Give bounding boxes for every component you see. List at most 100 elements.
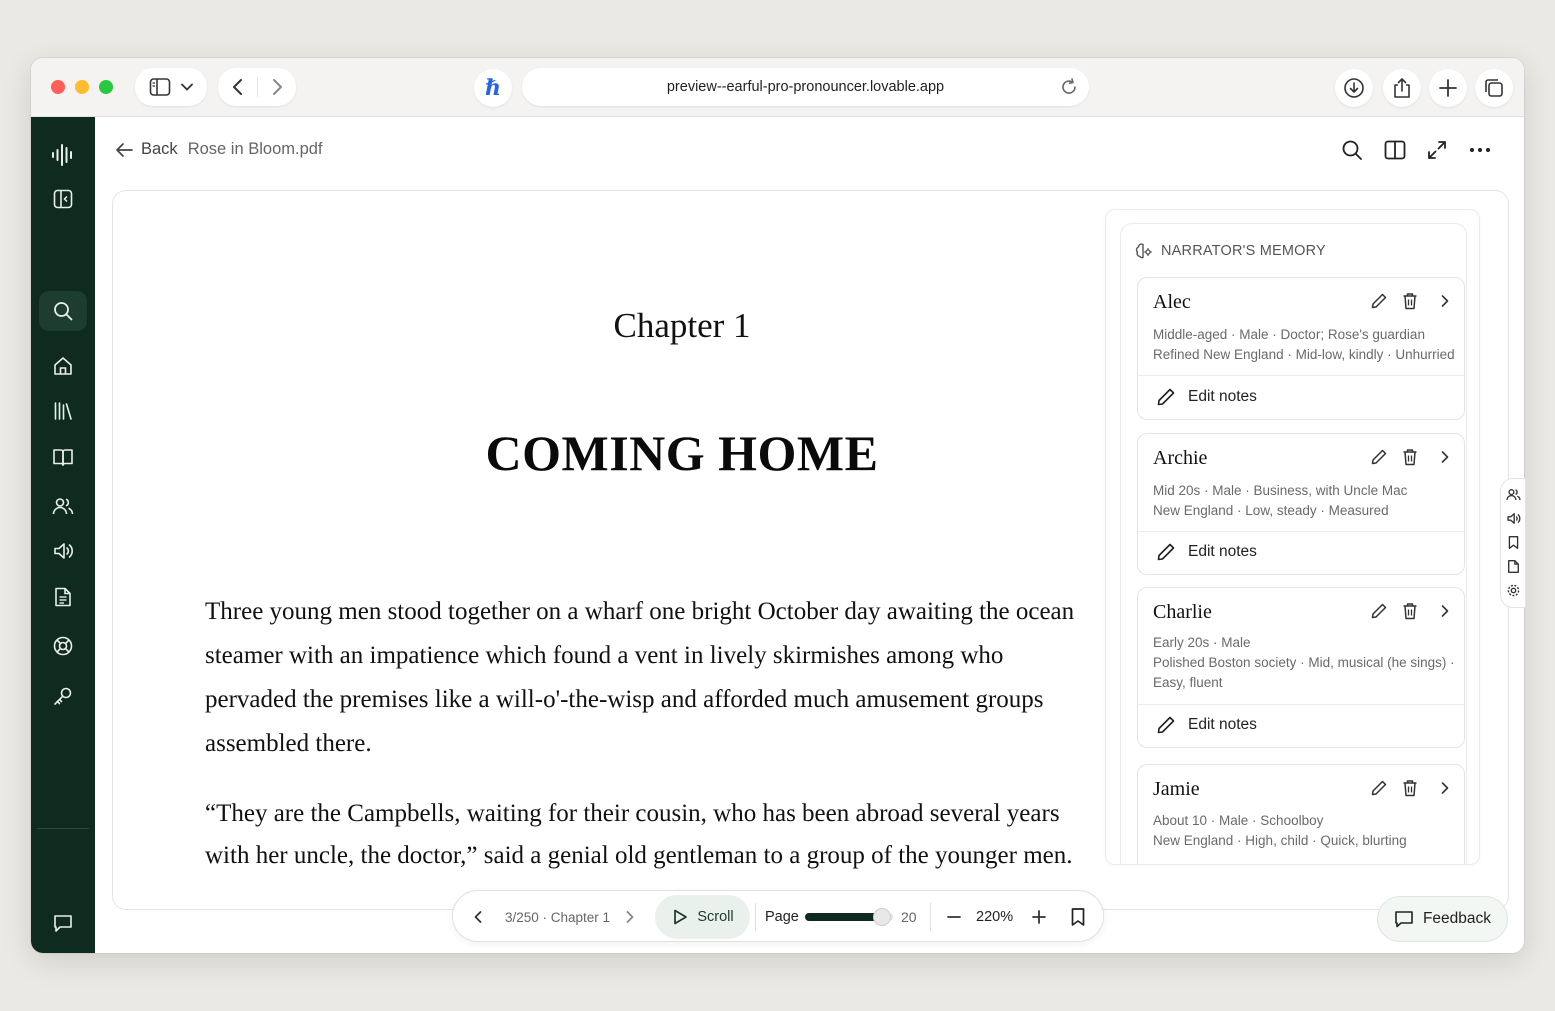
edit-character-button[interactable]: [1370, 602, 1388, 620]
chevron-left-icon: [473, 910, 483, 924]
reading-toolbar: 3/250 · Chapter 1 Scroll Page 20 220%: [452, 890, 1104, 942]
sidebar-item-library[interactable]: [47, 395, 79, 427]
rail-characters-button[interactable]: [1506, 487, 1521, 502]
narrator-memory-heading: NARRATOR'S MEMORY: [1135, 242, 1326, 260]
extension-button[interactable]: ℏ: [474, 69, 512, 107]
open-character-button[interactable]: [1440, 450, 1450, 464]
share-icon: [1392, 77, 1412, 99]
rail-audio-button[interactable]: [1506, 511, 1521, 526]
search-icon: [52, 300, 74, 322]
sidebar-item-support[interactable]: [47, 630, 79, 662]
right-tool-rail: [1500, 478, 1526, 608]
sidebar-item-characters[interactable]: [47, 490, 79, 522]
downloads-button[interactable]: [1335, 69, 1373, 107]
delete-character-button[interactable]: [1402, 602, 1418, 620]
character-actions: [1370, 448, 1450, 466]
previous-page-button[interactable]: [473, 891, 483, 943]
gear-icon: [1506, 583, 1521, 598]
edit-notes-button[interactable]: Edit notes: [1156, 715, 1257, 735]
page-value: 20: [901, 909, 917, 925]
minimize-window-button[interactable]: [75, 80, 89, 94]
search-icon: [1341, 139, 1363, 161]
character-description: Easy, fluent: [1153, 675, 1223, 690]
edit-notes-button[interactable]: Edit notes: [1156, 387, 1257, 407]
brain-icon: [1135, 242, 1153, 260]
page-slider[interactable]: [805, 908, 893, 926]
edit-character-button[interactable]: [1370, 779, 1388, 797]
key-icon: [52, 685, 74, 707]
bookmark-button[interactable]: [1070, 891, 1086, 943]
app-logo[interactable]: [47, 139, 79, 171]
rail-files-button[interactable]: [1506, 559, 1521, 574]
open-character-button[interactable]: [1440, 294, 1450, 308]
sidebar-item-search[interactable]: [39, 291, 87, 331]
page-slider-fill: [805, 913, 883, 921]
library-icon: [52, 400, 74, 422]
paragraph: “They are the Campbells, waiting for the…: [205, 800, 1073, 869]
edit-notes-button[interactable]: Edit notes: [1156, 542, 1257, 562]
close-window-button[interactable]: [51, 80, 65, 94]
search-document-button[interactable]: [1340, 138, 1364, 162]
sidebar-item-reader[interactable]: [47, 441, 79, 473]
character-description: Polished Boston society · Mid, musical (…: [1153, 655, 1455, 670]
home-icon: [52, 355, 74, 377]
sidebar-collapse-button[interactable]: [47, 183, 79, 215]
address-bar[interactable]: preview--earful-pro-pronouncer.lovable.a…: [522, 68, 1089, 106]
character-name: Alec: [1153, 291, 1191, 313]
character-card-jamie[interactable]: Jamie About 10 · Male · Schoolboy New En…: [1137, 764, 1465, 864]
zoom-out-button[interactable]: [946, 891, 962, 943]
edit-character-button[interactable]: [1370, 448, 1388, 466]
app-sidebar: [31, 117, 95, 953]
reload-icon[interactable]: [1059, 77, 1079, 97]
feedback-button[interactable]: Feedback: [1377, 896, 1508, 942]
character-description: Middle-aged · Male · Doctor; Rose's guar…: [1153, 327, 1425, 342]
split-view-button[interactable]: [1383, 138, 1407, 162]
bookmark-icon: [1506, 535, 1521, 550]
pencil-icon: [1156, 715, 1176, 735]
character-card-alec[interactable]: Alec Middle-aged · Male · Doctor; Rose's…: [1137, 277, 1465, 420]
forward-nav-button[interactable]: [271, 78, 283, 96]
users-icon: [52, 495, 74, 517]
edit-character-button[interactable]: [1370, 292, 1388, 310]
rail-bookmarks-button[interactable]: [1506, 535, 1521, 550]
tab-overview-button[interactable]: [1475, 69, 1513, 107]
open-character-button[interactable]: [1440, 781, 1450, 795]
honey-extension-icon: ℏ: [485, 75, 501, 101]
page-slider-handle[interactable]: [873, 908, 892, 926]
browser-toolbar: ℏ preview--earful-pro-pronouncer.lovable…: [31, 58, 1524, 117]
open-character-button[interactable]: [1440, 604, 1450, 618]
sidebar-item-audio[interactable]: [47, 535, 79, 567]
next-page-button[interactable]: [625, 891, 635, 943]
sidebar-item-api-keys[interactable]: [47, 680, 79, 712]
sidebar-panel-icon: [52, 188, 74, 210]
pencil-icon: [1156, 542, 1176, 562]
sidebar-item-home[interactable]: [47, 350, 79, 382]
speaker-icon: [52, 540, 74, 562]
character-card-charlie[interactable]: Charlie Early 20s · Male Polished Boston…: [1137, 587, 1465, 748]
book-icon: [52, 446, 74, 468]
zoom-window-button[interactable]: [99, 80, 113, 94]
chapter-title: COMING HOME: [485, 425, 879, 481]
delete-character-button[interactable]: [1402, 779, 1418, 797]
sidebar-item-documents[interactable]: [47, 581, 79, 613]
character-card-archie[interactable]: Archie Mid 20s · Male · Business, with U…: [1137, 433, 1465, 575]
more-horizontal-icon: [1469, 147, 1491, 153]
delete-character-button[interactable]: [1402, 448, 1418, 466]
sidebar-toggle-button[interactable]: [135, 68, 207, 106]
more-options-button[interactable]: [1468, 138, 1492, 162]
back-nav-button[interactable]: [232, 78, 244, 96]
zoom-in-button[interactable]: [1031, 891, 1047, 943]
divider: [930, 903, 931, 931]
app-header: Back Rose in Bloom.pdf: [95, 117, 1524, 177]
rail-settings-button[interactable]: [1506, 583, 1521, 598]
sidebar-item-chat[interactable]: [47, 907, 79, 939]
new-tab-button[interactable]: [1429, 69, 1467, 107]
share-button[interactable]: [1383, 69, 1421, 107]
back-button[interactable]: Back Rose in Bloom.pdf: [115, 140, 323, 159]
fullscreen-button[interactable]: [1425, 138, 1449, 162]
character-actions: [1370, 602, 1450, 620]
character-name: Archie: [1153, 447, 1208, 469]
scroll-mode-button[interactable]: Scroll: [655, 895, 750, 939]
delete-character-button[interactable]: [1402, 292, 1418, 310]
character-actions: [1370, 292, 1450, 310]
